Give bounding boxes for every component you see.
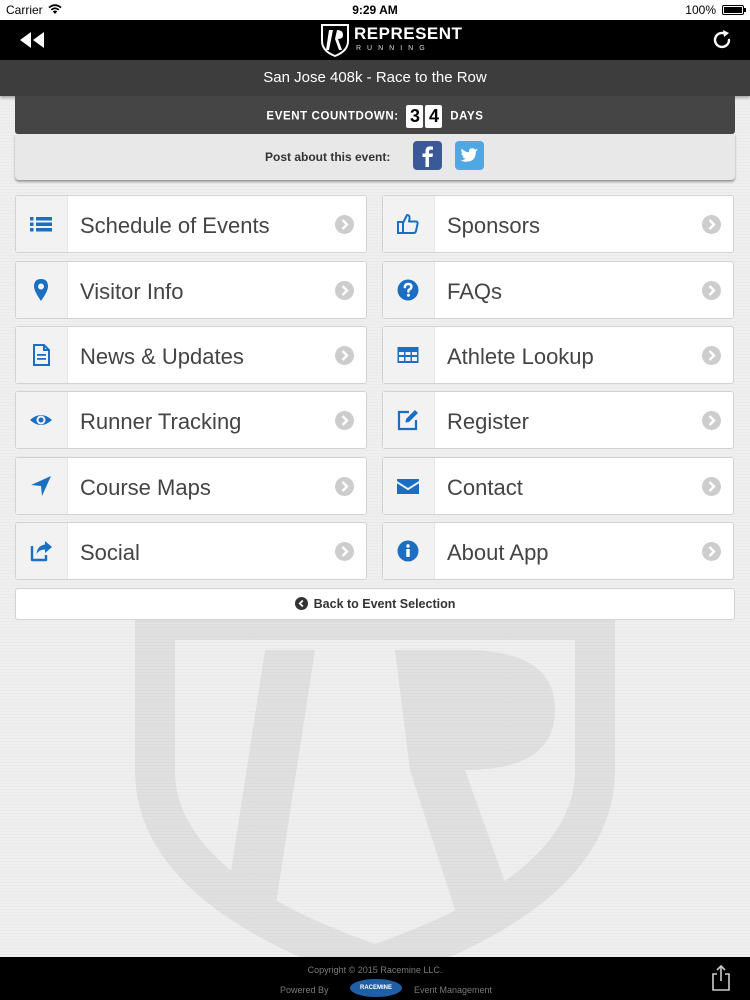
social-share-panel: Post about this event: [15, 134, 735, 180]
chevron-right-icon [335, 542, 354, 561]
racemine-logo: RACEMINE [350, 979, 402, 997]
menu-item-label: Sponsors [447, 213, 540, 238]
chevron-right-icon [335, 477, 354, 496]
logo-shield-icon [321, 24, 349, 57]
menu-item-sponsors[interactable]: Sponsors [382, 195, 734, 253]
countdown-digits: 34 [405, 105, 443, 128]
chevron-left-circle-icon [294, 597, 308, 611]
menu-item-label: Schedule of Events [80, 213, 270, 238]
countdown-digit: 3 [406, 105, 424, 128]
rewind-icon[interactable] [18, 30, 46, 50]
chevron-right-icon [335, 215, 354, 234]
status-bar: Carrier 9:29 AM 100% [0, 0, 750, 20]
nav-bar: REPRESENT RUNNING [0, 20, 750, 60]
logo-text: REPRESENT [354, 24, 463, 43]
menu-item-faqs[interactable]: FAQs [382, 261, 734, 319]
footer: Copyright © 2015 Racemine LLC. Powered B… [0, 957, 750, 1000]
question-circle-icon [397, 279, 419, 301]
shield-watermark [135, 600, 615, 970]
menu-item-register[interactable]: Register [382, 391, 734, 449]
menu-item-label: Runner Tracking [80, 409, 242, 434]
share-icon [30, 541, 52, 562]
chevron-right-icon [702, 346, 721, 365]
copyright-text: Copyright © 2015 Racemine LLC. [307, 965, 443, 975]
menu-item-schedule[interactable]: Schedule of Events [15, 195, 367, 253]
list-icon [30, 217, 52, 232]
countdown-digit: 4 [425, 105, 443, 128]
envelope-icon [397, 479, 419, 494]
chevron-right-icon [702, 542, 721, 561]
document-icon [33, 344, 50, 366]
twitter-icon[interactable] [455, 141, 484, 170]
menu-item-label: Visitor Info [80, 279, 184, 304]
eye-icon [30, 415, 52, 425]
refresh-icon[interactable] [710, 28, 734, 52]
powered-by-text: Powered By [280, 985, 329, 995]
menu-item-visitor-info[interactable]: Visitor Info [15, 261, 367, 319]
event-title: San Jose 408k - Race to the Row [0, 60, 750, 96]
share-export-icon[interactable] [710, 964, 732, 992]
back-to-event-selection-button[interactable]: Back to Event Selection [15, 588, 735, 620]
menu-item-label: Athlete Lookup [447, 344, 594, 369]
location-arrow-icon [31, 476, 51, 496]
chevron-right-icon [702, 215, 721, 234]
battery-percent: 100% [685, 3, 716, 17]
battery-icon [722, 5, 746, 15]
menu-item-label: Course Maps [80, 475, 211, 500]
countdown-unit: DAYS [450, 110, 484, 123]
menu-item-label: Contact [447, 475, 523, 500]
thumbs-up-icon [397, 214, 419, 234]
menu-item-athlete-lookup[interactable]: Athlete Lookup [382, 326, 734, 384]
menu-item-news[interactable]: News & Updates [15, 326, 367, 384]
chevron-right-icon [335, 346, 354, 365]
map-marker-icon [34, 279, 48, 301]
back-to-event-selection-label: Back to Event Selection [313, 597, 456, 611]
logo-subtext: RUNNING [356, 45, 431, 52]
chevron-right-icon [335, 411, 354, 430]
menu-item-label: About App [447, 540, 549, 565]
status-time: 9:29 AM [352, 3, 398, 17]
chevron-right-icon [702, 411, 721, 430]
countdown-label: EVENT COUNTDOWN: [266, 110, 399, 123]
app-logo: REPRESENT RUNNING [320, 22, 462, 58]
event-management-text: Event Management [414, 985, 493, 995]
edit-icon [397, 410, 418, 431]
facebook-icon[interactable] [413, 141, 442, 170]
menu-item-label: News & Updates [80, 344, 244, 369]
menu-item-label: FAQs [447, 279, 503, 304]
menu-item-contact[interactable]: Contact [382, 457, 734, 515]
table-icon [397, 347, 419, 363]
countdown-panel: EVENT COUNTDOWN: 34 DAYS [15, 96, 735, 134]
menu-item-label: Social [80, 540, 140, 565]
info-circle-icon [397, 540, 419, 562]
post-label: Post about this event: [265, 150, 391, 164]
menu-item-about-app[interactable]: About App [382, 522, 734, 580]
menu-item-label: Register [447, 409, 529, 434]
menu-item-social[interactable]: Social [15, 522, 367, 580]
menu-item-course-maps[interactable]: Course Maps [15, 457, 367, 515]
chevron-right-icon [335, 281, 354, 300]
chevron-right-icon [702, 477, 721, 496]
menu-item-runner-tracking[interactable]: Runner Tracking [15, 391, 367, 449]
chevron-right-icon [702, 281, 721, 300]
